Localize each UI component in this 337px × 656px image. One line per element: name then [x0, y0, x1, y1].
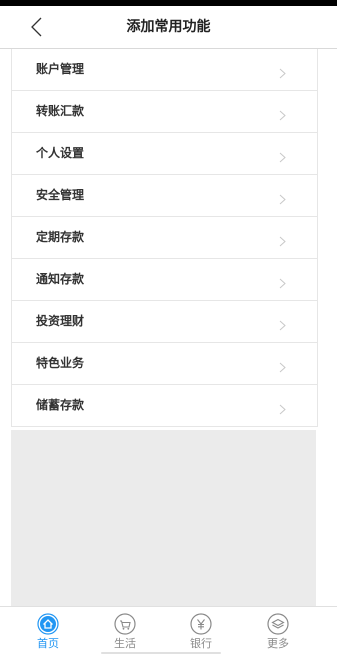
menu-item-transfer-remittance[interactable]: 转账汇款 — [12, 91, 317, 133]
menu-item-investment[interactable]: 投资理财 — [12, 301, 317, 343]
shopping-cart-icon — [114, 613, 136, 635]
bottom-tab-bar: 首页 生活 银行 更多 — [0, 606, 337, 656]
menu-item-fixed-deposit[interactable]: 定期存款 — [12, 217, 317, 259]
chevron-right-icon — [279, 400, 286, 415]
tab-label: 更多 — [267, 637, 289, 650]
tab-label: 首页 — [37, 637, 59, 650]
nav-bar: 添加常用功能 — [0, 6, 337, 49]
menu-item-label: 定期存款 — [36, 230, 85, 244]
menu-item-label: 安全管理 — [36, 188, 85, 202]
menu-item-label: 转账汇款 — [36, 104, 85, 118]
tab-life[interactable]: 生活 — [95, 607, 155, 656]
menu-item-account-management[interactable]: 账户管理 — [12, 49, 317, 91]
chevron-right-icon — [279, 106, 286, 121]
chevron-right-icon — [279, 64, 286, 79]
yen-icon — [190, 613, 212, 635]
menu-item-label: 储蓄存款 — [36, 398, 85, 412]
menu-item-personal-settings[interactable]: 个人设置 — [12, 133, 317, 175]
menu-item-label: 特色业务 — [36, 356, 85, 370]
tab-bank[interactable]: 银行 — [171, 607, 231, 656]
function-menu-list: 账户管理 转账汇款 个人设置 安全管理 定期存款 通知存款 投资理财 特色业务 … — [11, 49, 318, 427]
menu-item-label: 投资理财 — [36, 314, 85, 328]
tab-home[interactable]: 首页 — [18, 607, 78, 656]
menu-item-notice-deposit[interactable]: 通知存款 — [12, 259, 317, 301]
tab-more[interactable]: 更多 — [248, 607, 308, 656]
menu-item-special-services[interactable]: 特色业务 — [12, 343, 317, 385]
menu-item-security-management[interactable]: 安全管理 — [12, 175, 317, 217]
home-indicator — [101, 652, 221, 654]
menu-item-label: 个人设置 — [36, 146, 85, 160]
layers-icon — [267, 613, 289, 635]
menu-item-label: 账户管理 — [36, 62, 85, 76]
chevron-right-icon — [279, 274, 286, 289]
chevron-right-icon — [279, 148, 286, 163]
chevron-right-icon — [279, 358, 286, 373]
tab-label: 银行 — [190, 637, 212, 650]
chevron-right-icon — [279, 190, 286, 205]
empty-background-area — [11, 430, 316, 606]
chevron-right-icon — [279, 232, 286, 247]
menu-item-label: 通知存款 — [36, 272, 85, 286]
tab-label: 生活 — [114, 637, 136, 650]
menu-item-savings-deposit[interactable]: 储蓄存款 — [12, 385, 317, 427]
chevron-right-icon — [279, 316, 286, 331]
page-title: 添加常用功能 — [126, 19, 211, 35]
home-icon — [37, 613, 59, 635]
